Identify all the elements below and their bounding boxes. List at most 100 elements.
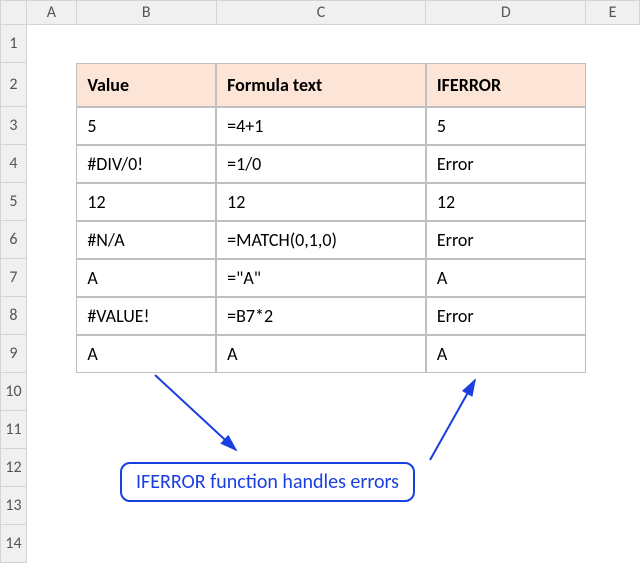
cell[interactable]: Value — [76, 63, 216, 107]
cell[interactable] — [426, 449, 586, 487]
cell[interactable]: 12 — [216, 183, 426, 221]
cell[interactable] — [26, 25, 76, 63]
cell[interactable] — [426, 487, 586, 525]
cell[interactable] — [586, 63, 640, 107]
cell[interactable] — [26, 145, 76, 183]
cell[interactable] — [26, 297, 76, 335]
cell[interactable] — [26, 335, 76, 373]
cell[interactable]: Formula text — [216, 63, 426, 107]
cell[interactable]: ="A" — [216, 259, 426, 297]
col-header-B[interactable]: B — [76, 1, 216, 25]
cell[interactable] — [586, 183, 640, 221]
cell[interactable] — [586, 373, 640, 411]
formula-text-cell: =MATCH(0,1,0) — [216, 221, 426, 259]
row-header[interactable]: 13 — [1, 487, 27, 525]
cell[interactable]: #N/A — [76, 221, 216, 259]
cell[interactable] — [586, 259, 640, 297]
cell[interactable] — [26, 259, 76, 297]
value-cell: A — [76, 259, 216, 297]
cell[interactable] — [76, 525, 216, 563]
cell[interactable] — [216, 411, 426, 449]
callout-box: IFERROR function handles errors — [120, 462, 415, 502]
iferror-cell: Error — [426, 145, 586, 183]
row-header[interactable]: 12 — [1, 449, 27, 487]
cell[interactable]: =B7*2 — [216, 297, 426, 335]
cell[interactable] — [426, 411, 586, 449]
cell[interactable] — [586, 449, 640, 487]
value-cell: #VALUE! — [76, 297, 216, 335]
row-header[interactable]: 8 — [1, 297, 27, 335]
row-header[interactable]: 9 — [1, 335, 27, 373]
col-header-C[interactable]: C — [216, 1, 426, 25]
cell[interactable] — [26, 63, 76, 107]
cell[interactable] — [26, 449, 76, 487]
cell[interactable] — [26, 107, 76, 145]
row-header[interactable]: 1 — [1, 25, 27, 63]
cell[interactable]: =MATCH(0,1,0) — [216, 221, 426, 259]
formula-text-cell: =B7*2 — [216, 297, 426, 335]
cell[interactable] — [586, 107, 640, 145]
row-header[interactable]: 5 — [1, 183, 27, 221]
row-header[interactable]: 11 — [1, 411, 27, 449]
cell[interactable]: Error — [426, 297, 586, 335]
cell[interactable] — [26, 525, 76, 563]
table-header-value: Value — [76, 63, 216, 107]
row-header[interactable]: 4 — [1, 145, 27, 183]
cell[interactable]: Error — [426, 221, 586, 259]
cell[interactable] — [586, 221, 640, 259]
value-cell: #N/A — [76, 221, 216, 259]
cell[interactable]: #VALUE! — [76, 297, 216, 335]
cell[interactable]: IFERROR — [426, 63, 586, 107]
cell[interactable] — [76, 25, 216, 63]
cell[interactable]: A — [76, 259, 216, 297]
cell[interactable]: A — [426, 259, 586, 297]
row-header[interactable]: 2 — [1, 63, 27, 107]
cell[interactable] — [426, 525, 586, 563]
cell[interactable] — [586, 25, 640, 63]
column-headers-row: A B C D E — [1, 1, 640, 25]
cell[interactable]: 5 — [426, 107, 586, 145]
cell[interactable]: A — [216, 335, 426, 373]
col-header-A[interactable]: A — [26, 1, 76, 25]
cell[interactable] — [216, 373, 426, 411]
row-header[interactable]: 3 — [1, 107, 27, 145]
cell[interactable]: =4+1 — [216, 107, 426, 145]
cell[interactable] — [26, 487, 76, 525]
cell[interactable]: A — [76, 335, 216, 373]
cell[interactable]: 12 — [426, 183, 586, 221]
cell[interactable] — [586, 335, 640, 373]
iferror-cell: Error — [426, 297, 586, 335]
corner-cell[interactable] — [1, 1, 27, 25]
col-header-D[interactable]: D — [426, 1, 586, 25]
cell[interactable] — [586, 411, 640, 449]
cell[interactable] — [586, 297, 640, 335]
cell[interactable] — [216, 525, 426, 563]
cell[interactable] — [76, 411, 216, 449]
cell[interactable] — [26, 373, 76, 411]
cell[interactable]: Error — [426, 145, 586, 183]
row-header[interactable]: 7 — [1, 259, 27, 297]
cell[interactable]: #DIV/0! — [76, 145, 216, 183]
cell[interactable] — [426, 25, 586, 63]
cell[interactable] — [26, 183, 76, 221]
cell[interactable] — [586, 145, 640, 183]
cell[interactable]: 12 — [76, 183, 216, 221]
cell[interactable] — [216, 25, 426, 63]
col-header-E[interactable]: E — [586, 1, 640, 25]
row-header[interactable]: 6 — [1, 221, 27, 259]
cell[interactable]: 5 — [76, 107, 216, 145]
cell[interactable] — [586, 487, 640, 525]
cell[interactable] — [586, 525, 640, 563]
cell[interactable] — [26, 221, 76, 259]
cell[interactable]: =1/0 — [216, 145, 426, 183]
cell[interactable] — [426, 373, 586, 411]
cell[interactable] — [26, 411, 76, 449]
value-cell: A — [76, 335, 216, 373]
row-header[interactable]: 10 — [1, 373, 27, 411]
cell[interactable] — [76, 373, 216, 411]
iferror-cell: A — [426, 335, 586, 373]
callout-text: IFERROR function handles errors — [136, 470, 399, 494]
value-cell: 12 — [76, 183, 216, 221]
cell[interactable]: A — [426, 335, 586, 373]
row-header[interactable]: 14 — [1, 525, 27, 563]
